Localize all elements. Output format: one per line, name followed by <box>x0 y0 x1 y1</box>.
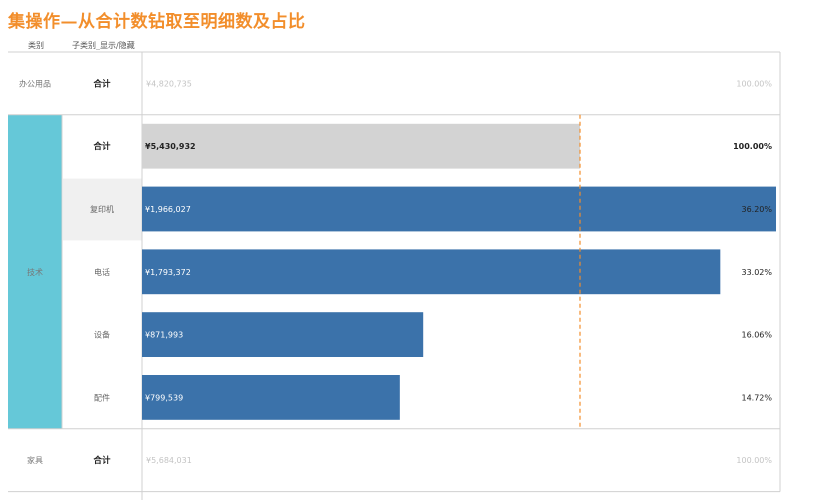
percent-label: 100.00% <box>733 142 772 151</box>
value-label: ¥1,793,372 <box>145 268 191 277</box>
percent-label: 100.00% <box>736 79 772 88</box>
category-label[interactable]: 办公用品 <box>19 78 51 88</box>
value-label: ¥871,993 <box>145 331 183 340</box>
total-row-label[interactable]: 合计 <box>92 141 111 152</box>
subcategory-label[interactable]: 复印机 <box>90 204 114 214</box>
drilldown-bar-chart: 办公用品技术家具 合计 ¥4,820,735 100.00% 合计 ¥5,430,932 1… <box>8 51 781 500</box>
subcategory-label[interactable]: 设备 <box>94 330 110 340</box>
percent-label: 36.20% <box>741 205 772 214</box>
percent-label: 16.06% <box>741 331 772 340</box>
value-label: ¥799,539 <box>145 393 183 402</box>
detail-bar[interactable] <box>142 186 776 232</box>
total-bar[interactable] <box>142 123 580 169</box>
value-label: ¥4,820,735 <box>146 79 192 88</box>
total-row-label[interactable]: 合计 <box>92 78 111 89</box>
subcategory-label[interactable]: 电话 <box>94 267 110 277</box>
detail-bar[interactable] <box>142 312 424 357</box>
percent-label: 14.72% <box>741 393 772 402</box>
category-label[interactable]: 家具 <box>27 455 43 465</box>
percent-label: 100.00% <box>736 456 772 465</box>
value-label: ¥1,966,027 <box>145 205 191 214</box>
total-row-label[interactable]: 合计 <box>92 455 111 466</box>
value-label: ¥5,684,031 <box>146 456 192 465</box>
detail-bar[interactable] <box>142 249 721 295</box>
category-label[interactable]: 技术 <box>27 267 43 277</box>
value-label: ¥5,430,932 <box>145 142 196 151</box>
percent-label: 33.02% <box>741 268 772 277</box>
subcategory-label[interactable]: 配件 <box>94 392 110 402</box>
